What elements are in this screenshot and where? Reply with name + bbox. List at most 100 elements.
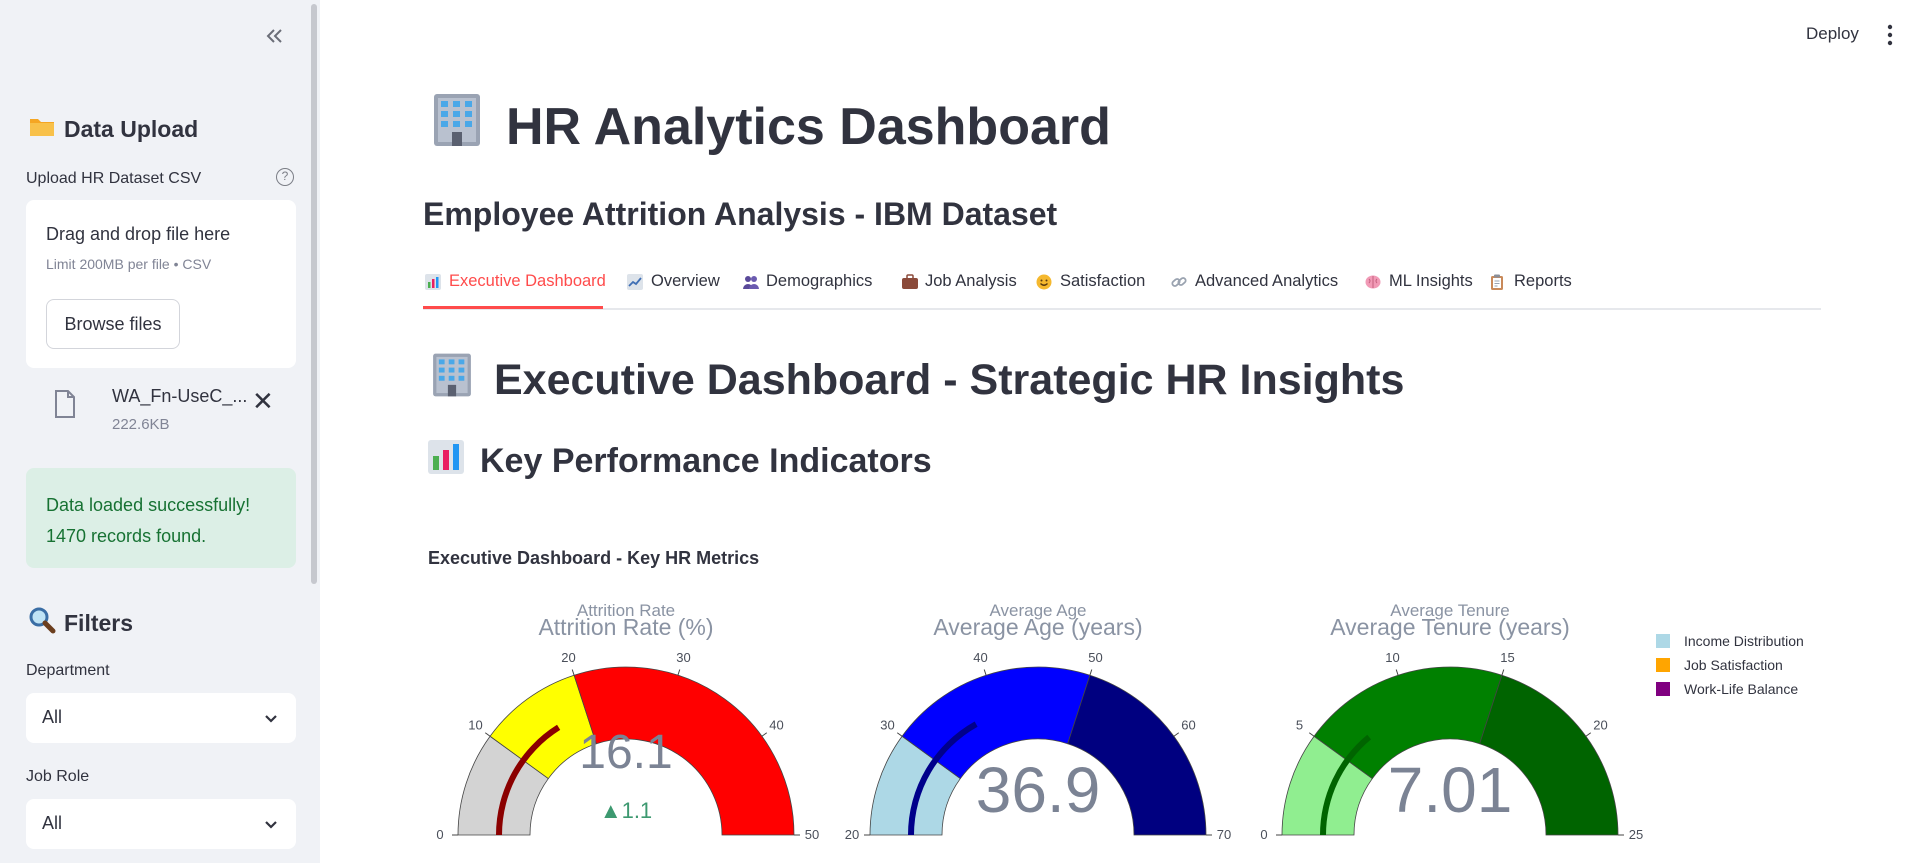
dropzone-limit: Limit 200MB per file • CSV <box>46 256 212 272</box>
gauge-tick <box>1395 669 1399 676</box>
uploaded-file: WA_Fn-UseC_... 222.6KB ✕ <box>26 384 296 436</box>
tab-satisfaction[interactable]: Satisfaction <box>1036 272 1145 291</box>
tab-ml-insights[interactable]: ML Insights <box>1365 272 1473 291</box>
tab-executive-dashboard[interactable]: Executive Dashboard <box>425 272 606 291</box>
people-icon <box>742 274 759 290</box>
legend-swatch <box>1656 658 1670 672</box>
bar-chart-icon <box>428 440 464 483</box>
browse-files-button[interactable]: Browse files <box>46 299 180 349</box>
gauge-title: Attrition Rate (%) <box>538 614 713 640</box>
section-heading-text: Executive Dashboard - Strategic HR Insig… <box>494 356 1405 404</box>
line-chart-icon <box>627 273 643 290</box>
chart-title: Executive Dashboard - Key HR Metrics <box>428 548 760 568</box>
gauge-title: Average Tenure (years) <box>1330 614 1570 640</box>
remove-file-icon[interactable]: ✕ <box>252 386 274 416</box>
legend-swatch <box>1656 634 1670 648</box>
gauge-tick-label: 40 <box>769 718 783 733</box>
tab-label: Advanced Analytics <box>1195 272 1339 290</box>
file-icon <box>54 390 76 418</box>
gauge-tick-label: 10 <box>1385 650 1399 665</box>
briefcase-icon <box>901 273 918 290</box>
gauge-tick <box>677 669 681 676</box>
sidebar-scrollbar[interactable] <box>310 0 318 863</box>
smile-icon <box>1036 274 1052 290</box>
gauge-tick <box>896 732 903 737</box>
tab-job-analysis[interactable]: Job Analysis <box>901 272 1017 291</box>
gauge-value-label: 16.1 <box>579 726 672 779</box>
tab-demographics[interactable]: Demographics <box>742 272 872 291</box>
office-building-icon <box>428 92 486 161</box>
gauge-tick-label: 20 <box>1593 718 1607 733</box>
tab-label: Executive Dashboard <box>449 272 606 290</box>
collapse-sidebar-icon[interactable] <box>262 24 286 48</box>
dropzone-title: Drag and drop file here <box>46 224 231 244</box>
deploy-button[interactable]: Deploy <box>1806 24 1859 44</box>
gauge-tick <box>484 732 491 737</box>
gauge-tick <box>1308 732 1315 737</box>
folder-icon <box>28 114 56 144</box>
legend-label: Work-Life Balance <box>1684 681 1798 697</box>
gauge-tick-label: 60 <box>1181 718 1195 733</box>
gauge-tick <box>1585 732 1592 737</box>
page-subtitle: Employee Attrition Analysis - IBM Datase… <box>423 196 1058 232</box>
filters-title: Filters <box>64 609 134 636</box>
gauge-value-label: 7.01 <box>1388 754 1513 826</box>
tab-label: Demographics <box>766 272 873 290</box>
gauge-tick-label: 50 <box>805 827 819 842</box>
tab-label: Reports <box>1514 272 1572 290</box>
page-title: HR Analytics Dashboard <box>428 92 1111 161</box>
gauge-tick <box>1173 732 1180 737</box>
data-upload-title: Data Upload <box>64 115 199 142</box>
kpi-heading-text: Key Performance Indicators <box>480 442 932 480</box>
gauge-tick-label: 70 <box>1217 827 1231 842</box>
bar-chart-icon <box>425 273 441 290</box>
legend-swatch <box>1656 682 1670 696</box>
gauge-title: Average Age (years) <box>933 614 1142 640</box>
data-upload-heading: Data Upload <box>28 114 198 144</box>
sidebar: Data Upload Upload HR Dataset CSV ? Drag… <box>0 0 320 863</box>
jobrole-value: All <box>42 813 63 833</box>
success-alert: Data loaded successfully! 1470 records f… <box>26 468 296 568</box>
gauge-tick <box>761 732 768 737</box>
page-title-text: HR Analytics Dashboard <box>506 97 1111 156</box>
app-root: Data Upload Upload HR Dataset CSV ? Drag… <box>0 0 1918 863</box>
gauge-tick-label: 15 <box>1500 650 1514 665</box>
tab-label: ML Insights <box>1389 272 1473 290</box>
link-icon <box>1171 274 1187 290</box>
department-select[interactable]: All <box>26 693 296 743</box>
clipboard-icon <box>1490 274 1506 290</box>
tab-bar: Executive Dashboard Overview Demographic… <box>423 266 1821 310</box>
legend-label: Job Satisfaction <box>1684 657 1783 673</box>
gauge-tick-label: 50 <box>1088 650 1102 665</box>
tab-reports[interactable]: Reports <box>1490 272 1572 291</box>
more-menu-icon[interactable] <box>1886 24 1894 46</box>
gauge-tick <box>983 669 987 676</box>
tab-label: Overview <box>651 272 720 290</box>
tab-label: Job Analysis <box>925 272 1017 290</box>
gauge-tick-label: 25 <box>1629 827 1643 842</box>
gauge-tick-label: 40 <box>973 650 987 665</box>
department-label: Department <box>26 662 110 679</box>
file-dropzone[interactable]: Drag and drop file here Limit 200MB per … <box>26 200 296 368</box>
tab-advanced-analytics[interactable]: Advanced Analytics <box>1171 272 1338 291</box>
magnifier-icon <box>28 606 56 640</box>
chevron-down-icon <box>262 709 280 727</box>
brain-icon <box>1365 274 1381 290</box>
gauge-delta-label: ▲1.1 <box>600 798 652 823</box>
active-tab-indicator <box>423 306 603 309</box>
jobrole-select[interactable]: All <box>26 799 296 849</box>
gauge-tick-label: 30 <box>676 650 690 665</box>
jobrole-label: Job Role <box>26 768 90 785</box>
file-name: WA_Fn-UseC_... <box>112 386 248 406</box>
gauge-tick <box>1089 669 1093 676</box>
legend-label: Income Distribution <box>1684 633 1804 649</box>
gauge-tick <box>571 669 575 676</box>
gauge-tick-label: 0 <box>436 827 443 842</box>
tab-overview[interactable]: Overview <box>627 272 720 291</box>
help-icon[interactable]: ? <box>276 168 294 186</box>
filters-heading: Filters <box>28 606 133 640</box>
section-heading: Executive Dashboard - Strategic HR Insig… <box>428 352 1404 409</box>
gauge-tick-label: 10 <box>468 718 482 733</box>
records-count: 1470 records found. <box>46 526 207 546</box>
gauge-tick-label: 0 <box>1260 827 1267 842</box>
